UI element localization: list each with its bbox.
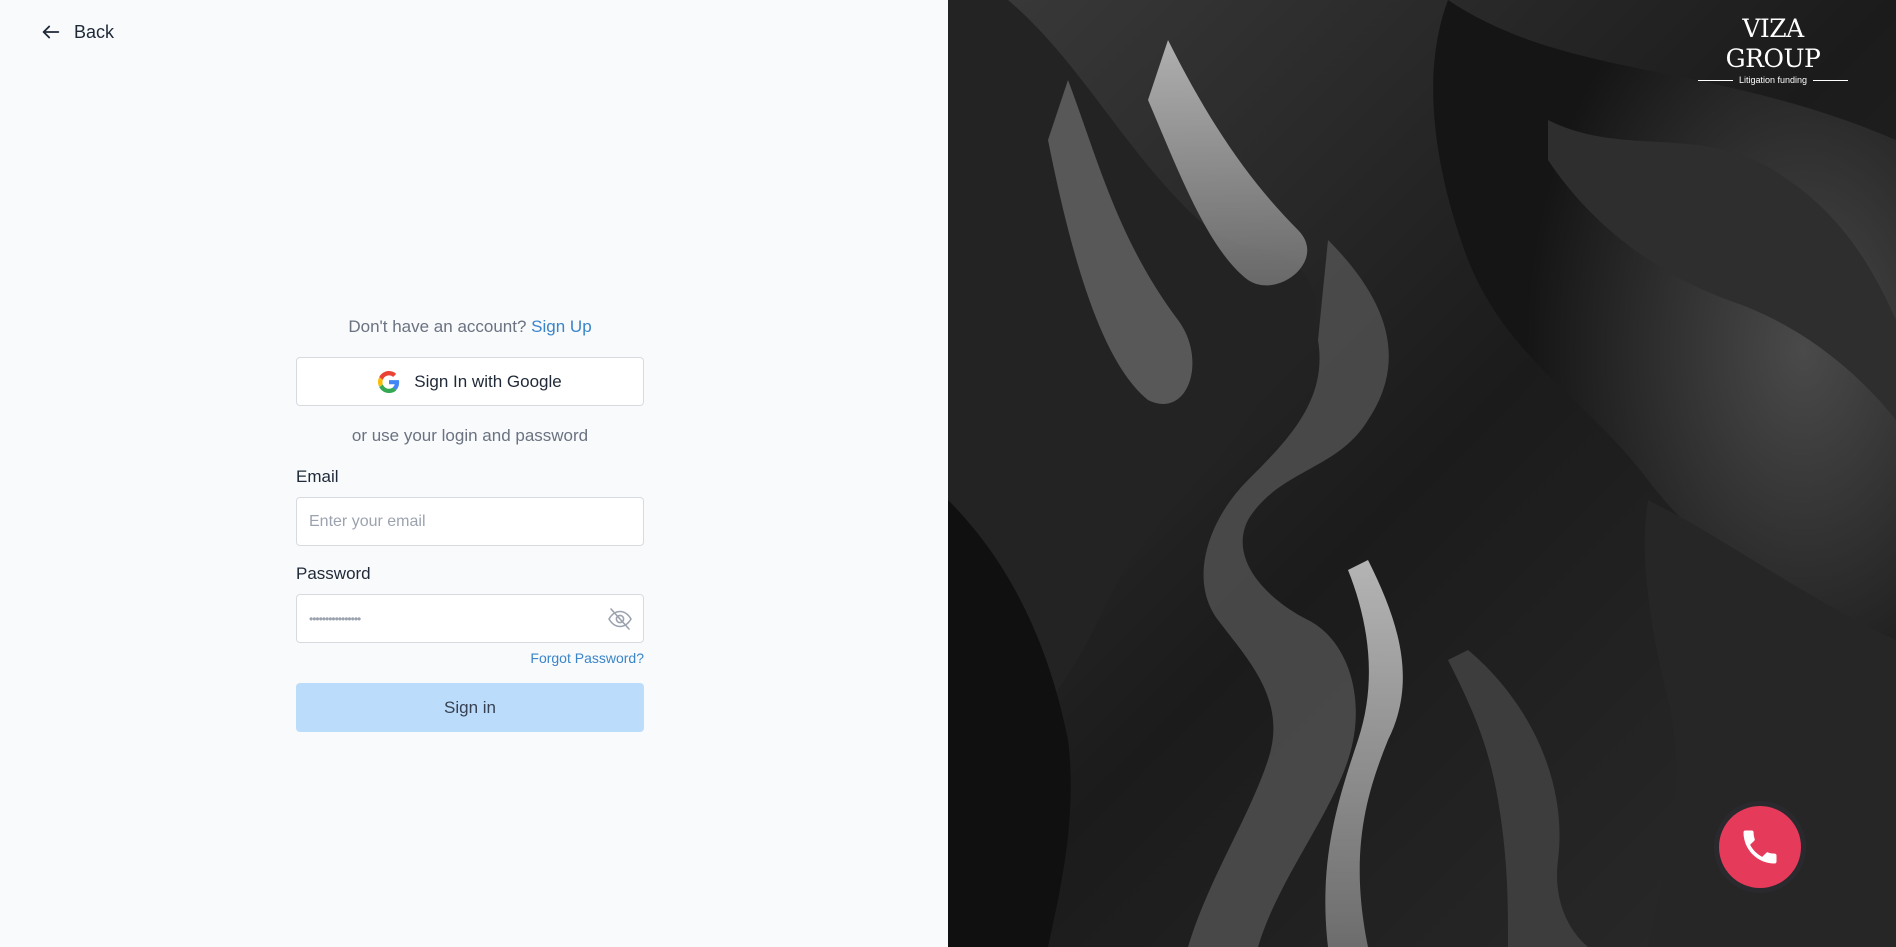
- password-field-wrapper: [296, 594, 644, 643]
- eye-off-icon[interactable]: [607, 607, 633, 631]
- email-field-wrapper: [296, 497, 644, 546]
- email-label: Email: [296, 467, 339, 486]
- logo-title: VIZA GROUP: [1725, 14, 1821, 73]
- signin-button-label: Sign in: [444, 697, 496, 717]
- signup-prompt: Don't have an account?: [348, 317, 527, 336]
- email-field[interactable]: [297, 498, 643, 545]
- phone-icon: [1743, 830, 1777, 864]
- back-button[interactable]: Back: [40, 18, 114, 46]
- google-button-label: Sign In with Google: [414, 371, 562, 391]
- arrow-left-icon: [42, 25, 60, 39]
- logo-rule-left: [1698, 79, 1733, 81]
- password-field[interactable]: [297, 595, 643, 642]
- back-label: Back: [74, 21, 115, 42]
- password-label: Password: [296, 564, 371, 583]
- brand-logo: VIZA GROUP Litigation funding: [1698, 14, 1848, 86]
- call-widget-button[interactable]: [1714, 801, 1806, 893]
- signin-form: Don't have an account? Sign Up Sign In w…: [296, 314, 644, 732]
- alt-login-text: or use your login and password: [351, 426, 589, 445]
- logo-subtitle-row: Litigation funding: [1698, 74, 1848, 86]
- google-signin-button[interactable]: Sign In with Google: [296, 357, 644, 406]
- signup-prompt-line: Don't have an account? Sign Up: [296, 314, 644, 340]
- logo-subtitle: Litigation funding: [1738, 75, 1808, 85]
- logo-rule-right: [1813, 79, 1848, 81]
- signup-link[interactable]: Sign Up: [531, 317, 591, 336]
- google-icon: [378, 370, 400, 393]
- call-widget-inner: [1719, 806, 1801, 888]
- signin-button[interactable]: Sign in: [296, 683, 644, 732]
- login-pane: Back Don't have an account? Sign Up Sign…: [0, 0, 948, 947]
- forgot-password-link[interactable]: Forgot Password?: [296, 648, 644, 668]
